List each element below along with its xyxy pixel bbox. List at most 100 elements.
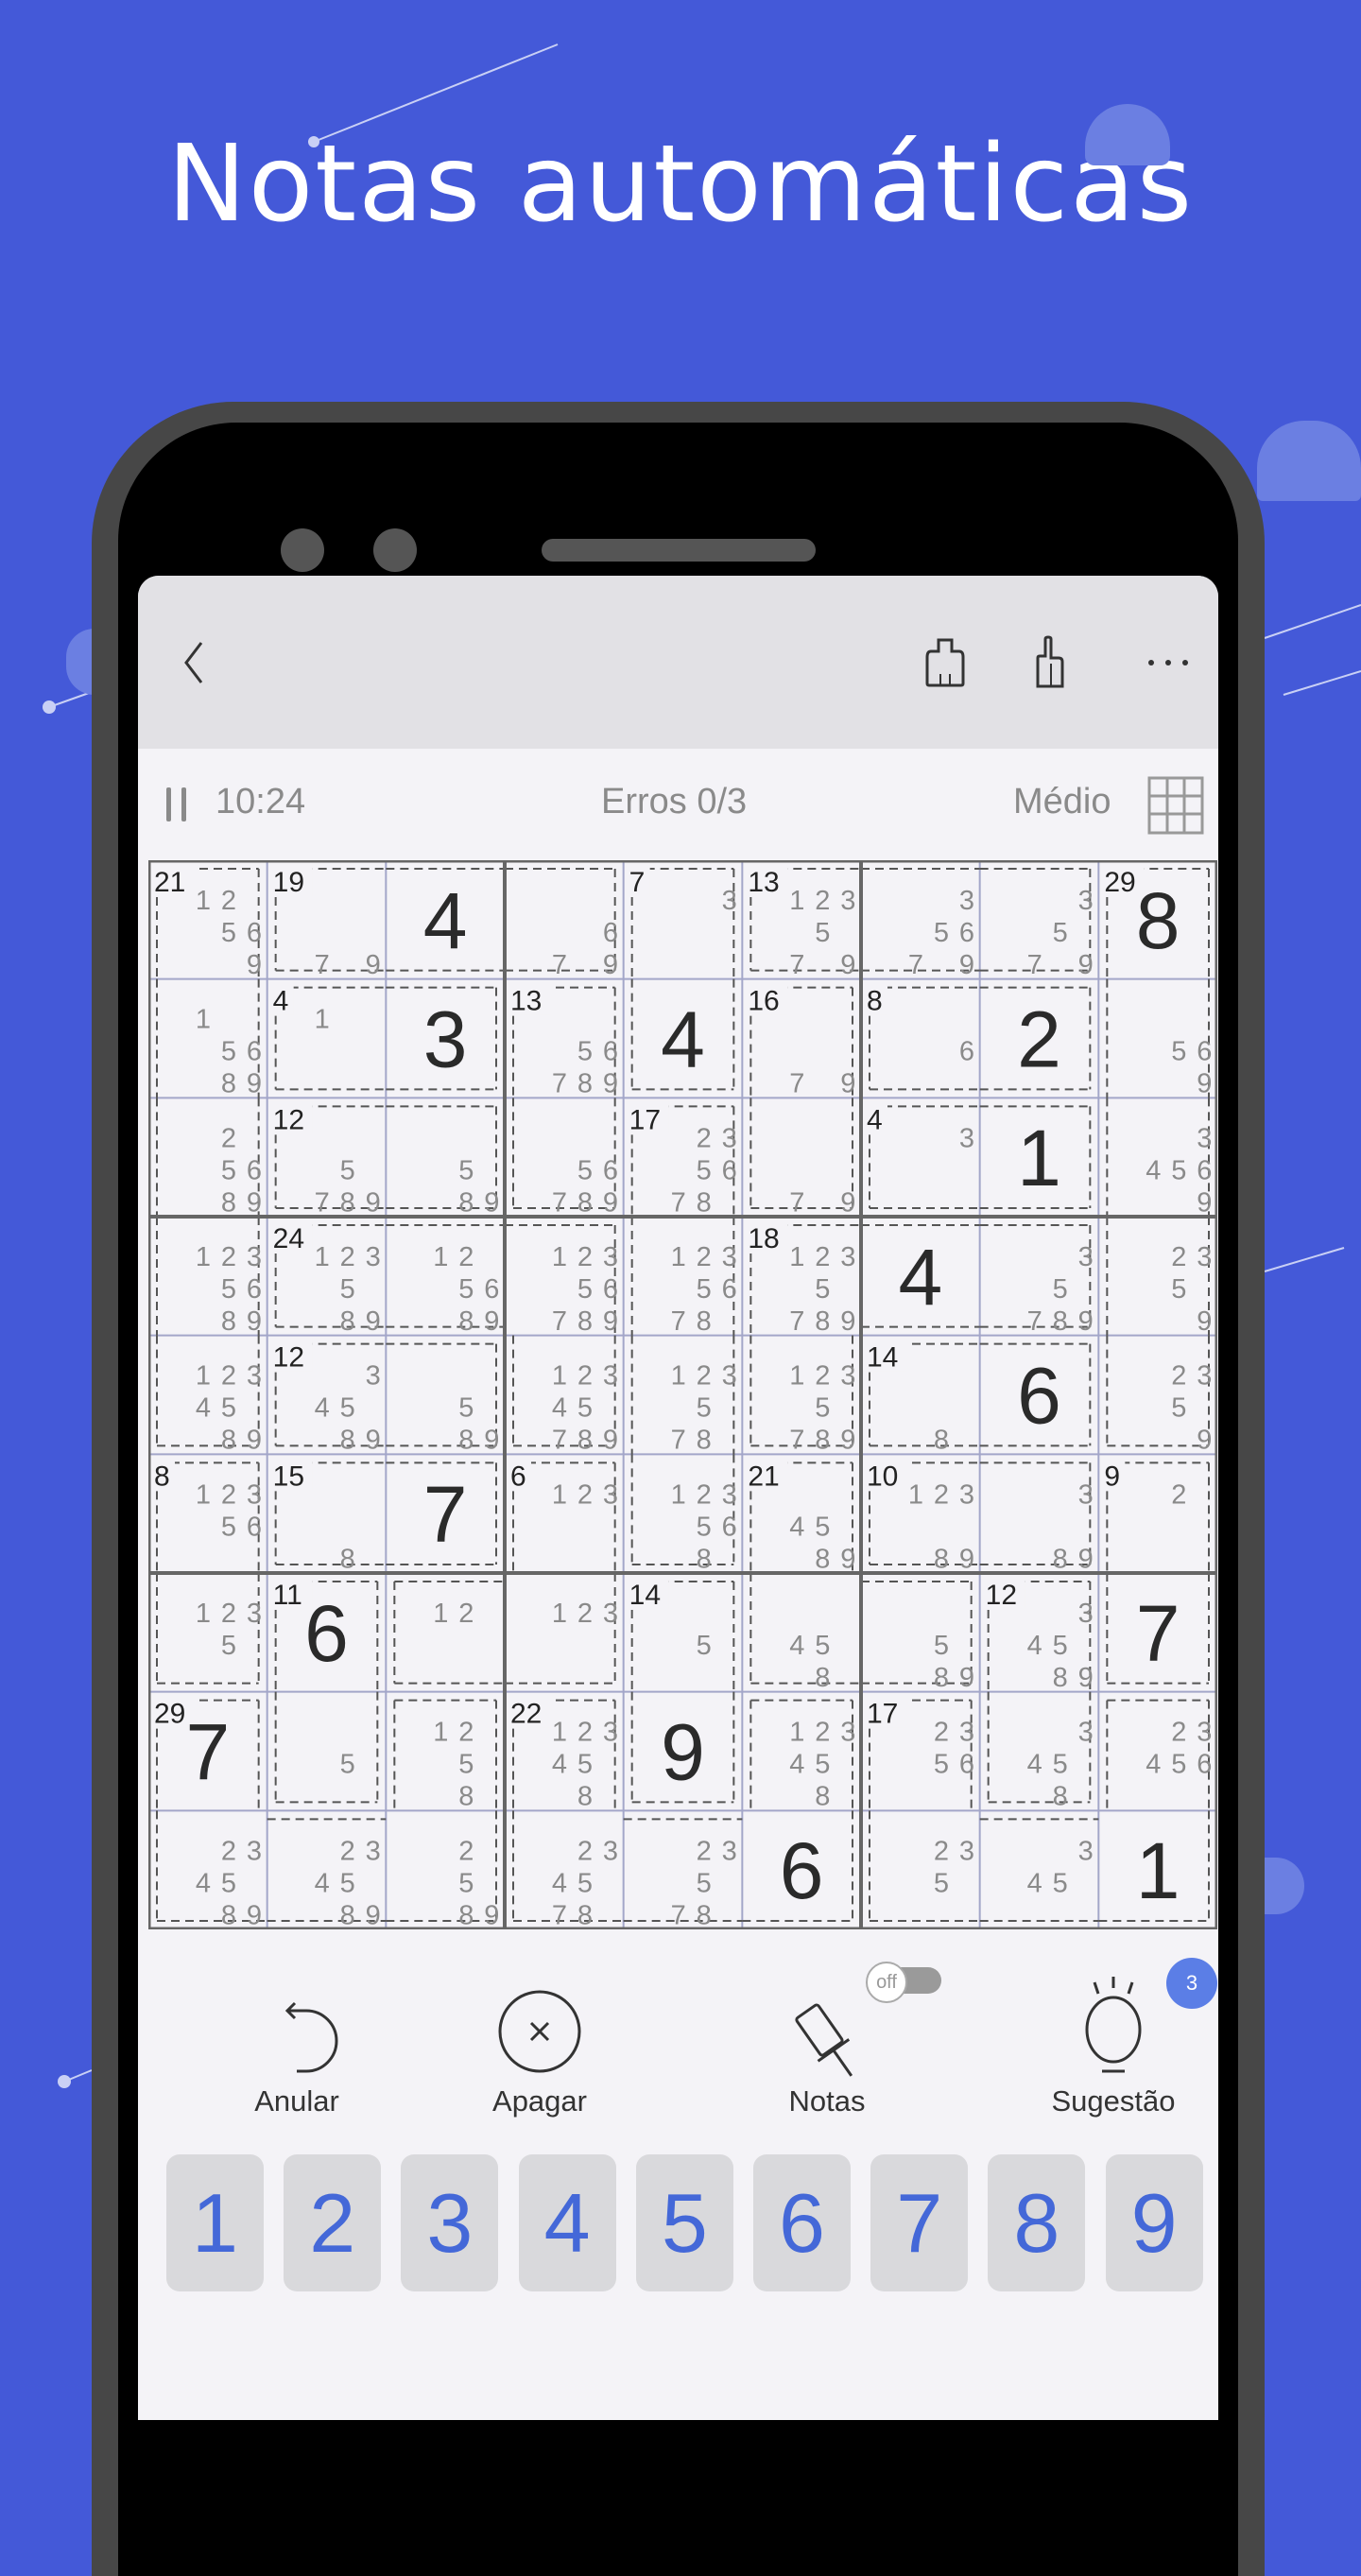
note-digit: 5	[221, 918, 236, 948]
note-digit: 2	[815, 1718, 830, 1748]
placed-digit: 6	[780, 1826, 824, 1915]
note-digit: 6	[959, 918, 974, 948]
note-digit: 1	[552, 1479, 567, 1510]
note-digit: 7	[552, 1426, 567, 1456]
note-digit: 2	[221, 1479, 236, 1510]
notes-toggle[interactable]: off	[866, 1962, 947, 2003]
grid-toggle-button[interactable]	[1147, 776, 1204, 835]
note-digit: 2	[697, 1123, 712, 1153]
note-digit: 6	[722, 1512, 737, 1542]
number-key-1[interactable]: 1	[166, 2154, 264, 2291]
note-digit: 1	[196, 886, 211, 916]
note-digit: 4	[552, 1868, 567, 1898]
number-key-8[interactable]: 8	[988, 2154, 1086, 2291]
note-digit: 8	[577, 1426, 593, 1456]
note-digit: 8	[815, 1782, 830, 1812]
note-digit: 4	[1027, 1631, 1042, 1661]
note-digit: 3	[366, 1361, 381, 1392]
pause-button[interactable]	[164, 786, 191, 823]
cage-sum: 7	[629, 867, 646, 898]
number-key-9[interactable]: 9	[1105, 2154, 1203, 2291]
note-digit: 1	[196, 1242, 211, 1272]
note-digit: 5	[1053, 1750, 1068, 1780]
cage-sum: 15	[273, 1461, 304, 1492]
note-digit: 8	[340, 1544, 355, 1574]
note-digit: 6	[1197, 1750, 1212, 1780]
note-digit: 7	[552, 950, 567, 980]
grid-cell[interactable]	[505, 1573, 624, 1692]
note-digit: 9	[1197, 1306, 1212, 1337]
grid-cell[interactable]	[386, 1692, 505, 1811]
note-digit: 1	[315, 1005, 330, 1035]
more-button[interactable]	[1140, 634, 1197, 691]
stats-button[interactable]	[1026, 634, 1083, 691]
note-digit: 9	[603, 1306, 618, 1337]
app-bar	[138, 576, 1218, 749]
notes-label: Notas	[788, 2084, 866, 2118]
more-dots-icon	[1148, 660, 1188, 666]
number-key-3[interactable]: 3	[401, 2154, 499, 2291]
note-digit: 8	[340, 1900, 355, 1929]
theme-button[interactable]	[917, 634, 973, 691]
note-digit: 9	[1078, 1544, 1094, 1574]
note-digit: 8	[697, 1306, 712, 1337]
note-digit: 5	[340, 1868, 355, 1898]
note-digit: 5	[221, 1393, 236, 1424]
grid-cell[interactable]	[267, 1692, 387, 1811]
note-digit: 9	[247, 1069, 262, 1099]
undo-icon	[284, 2001, 338, 2073]
back-button[interactable]	[166, 634, 223, 691]
note-digit: 8	[697, 1544, 712, 1574]
number-key-6[interactable]: 6	[753, 2154, 851, 2291]
note-digit: 3	[722, 1836, 737, 1866]
note-digit: 3	[722, 1242, 737, 1272]
note-digit: 7	[789, 1306, 804, 1337]
grid-cell[interactable]	[861, 1810, 980, 1929]
note-digit: 5	[458, 1750, 474, 1780]
note-digit: 7	[789, 950, 804, 980]
note-digit: 8	[221, 1900, 236, 1929]
cage-sum: 29	[154, 1699, 185, 1730]
note-digit: 1	[196, 1479, 211, 1510]
grid-cell[interactable]	[148, 1573, 267, 1692]
note-digit: 3	[603, 1718, 618, 1748]
note-digit: 5	[815, 1512, 830, 1542]
note-digit: 3	[247, 1361, 262, 1392]
number-key-2[interactable]: 2	[284, 2154, 382, 2291]
number-key-5[interactable]: 5	[635, 2154, 733, 2291]
note-digit: 7	[552, 1900, 567, 1929]
note-digit: 1	[552, 1718, 567, 1748]
cage-sum: 18	[748, 1223, 779, 1254]
note-digit: 5	[697, 1631, 712, 1661]
cage-sum: 12	[273, 1104, 304, 1135]
note-digit: 8	[697, 1187, 712, 1218]
number-key-7[interactable]: 7	[870, 2154, 969, 2291]
note-digit: 9	[484, 1900, 499, 1929]
note-digit: 2	[815, 1361, 830, 1392]
note-digit: 9	[603, 1426, 618, 1456]
note-digit: 6	[959, 1037, 974, 1067]
note-digit: 3	[247, 1479, 262, 1510]
note-digit: 9	[1197, 1069, 1212, 1099]
note-digit: 9	[840, 1544, 855, 1574]
cage-sum: 6	[510, 1461, 526, 1492]
note-digit: 6	[603, 918, 618, 948]
note-digit: 9	[366, 1900, 381, 1929]
note-digit: 8	[577, 1782, 593, 1812]
placed-digit: 4	[661, 995, 705, 1084]
note-digit: 2	[458, 1242, 474, 1272]
note-digit: 8	[340, 1426, 355, 1456]
grid-cell[interactable]	[386, 1573, 505, 1692]
note-digit: 1	[196, 1361, 211, 1392]
note-digit: 6	[1197, 1155, 1212, 1185]
note-digit: 2	[577, 1836, 593, 1866]
note-digit: 9	[959, 950, 974, 980]
sudoku-grid[interactable]: 21 19 7 13 294 13 16 812 17 424 1812 148 15 6 21 10 911 1…	[148, 860, 1217, 1929]
placed-digit: 4	[423, 876, 468, 965]
number-key-4[interactable]: 4	[518, 2154, 616, 2291]
placed-digit: 4	[898, 1233, 942, 1322]
hint-count-badge: 3	[1166, 1958, 1217, 2009]
note-digit: 2	[458, 1836, 474, 1866]
note-digit: 5	[1171, 1037, 1186, 1067]
note-digit: 9	[840, 1306, 855, 1337]
